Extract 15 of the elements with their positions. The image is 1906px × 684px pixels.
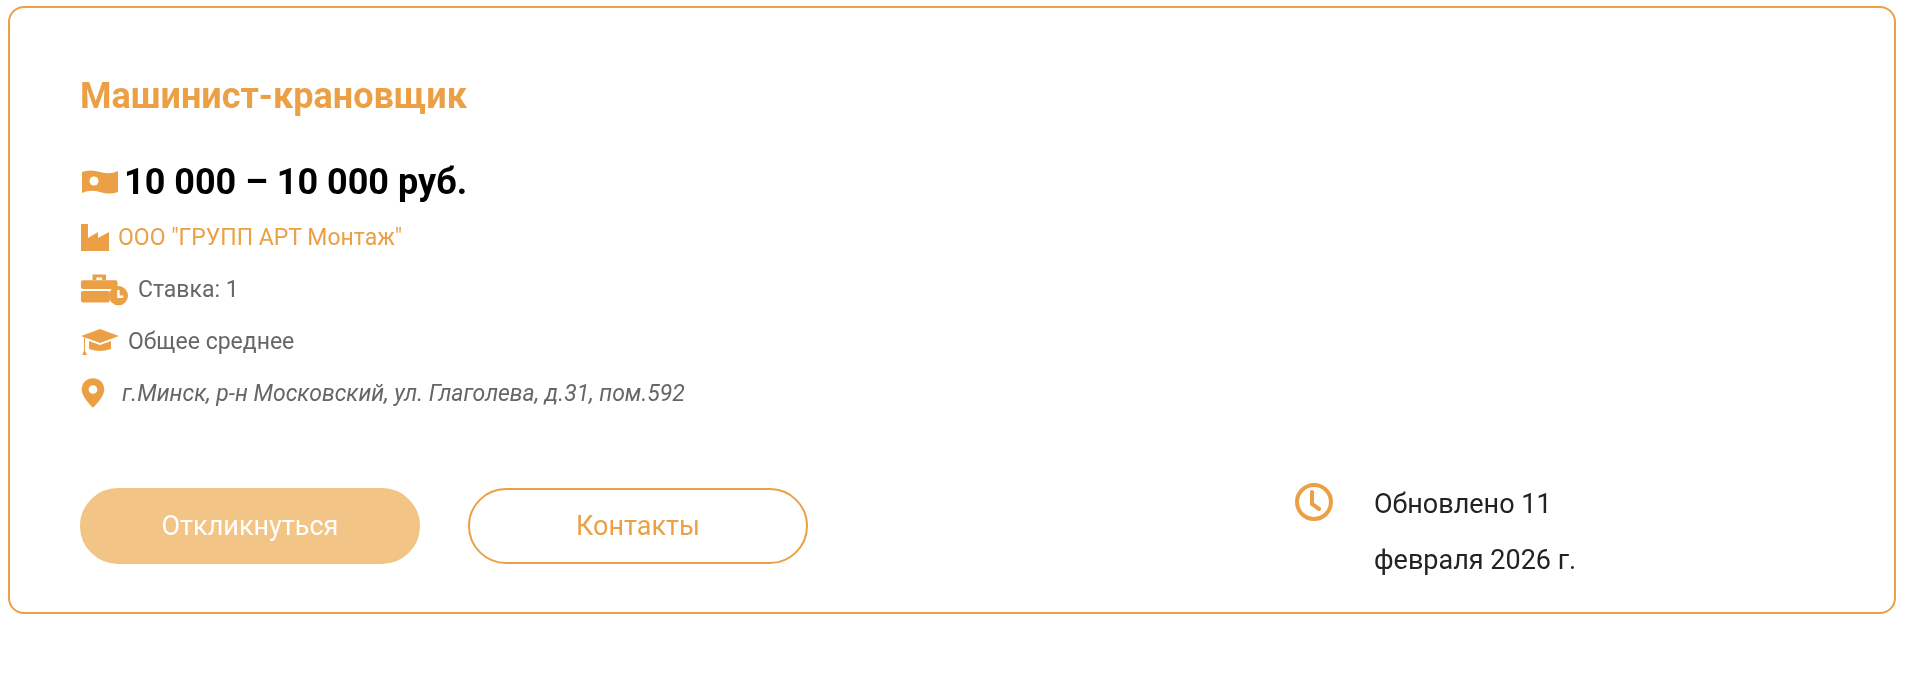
rate-text: Ставка: 1 (138, 275, 239, 303)
contacts-button[interactable]: Контакты (468, 488, 808, 564)
factory-icon (80, 222, 110, 252)
vacancy-title[interactable]: Машинист-крановщик (80, 72, 1824, 120)
updated-date: Обновлено 11 февраля 2026 г. (1374, 487, 1578, 578)
education-text: Общее среднее (128, 327, 295, 355)
clock-icon (1294, 482, 1334, 522)
salary-range: 10 000 – 10 000 руб. (124, 160, 468, 204)
briefcase-clock-icon (80, 272, 130, 306)
location-pin-icon (80, 376, 106, 410)
address-text: г.Минск, р-н Московский, ул. Глаголева, д.31, пом.592 (122, 379, 685, 407)
respond-button[interactable]: Откликнуться (80, 488, 420, 564)
company-link[interactable]: ООО "ГРУПП АРТ Монтаж" (118, 223, 403, 251)
banknote-icon (80, 169, 120, 195)
graduation-cap-icon (80, 327, 120, 355)
